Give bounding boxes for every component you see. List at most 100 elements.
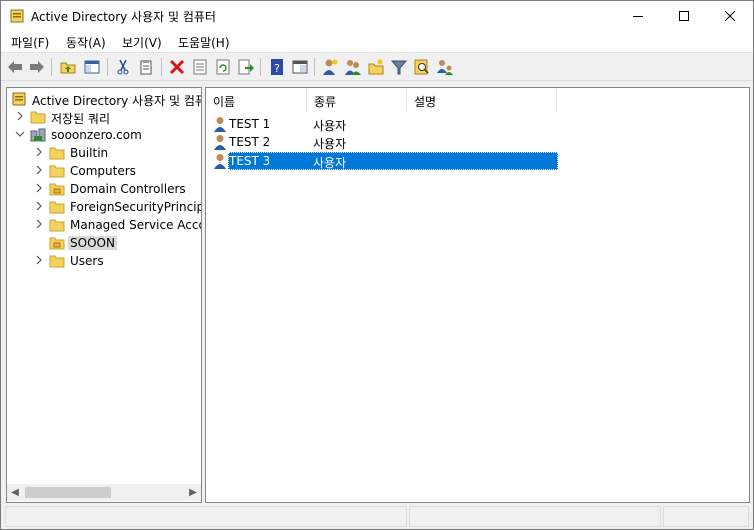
app-window: Active Directory 사용자 및 컴퓨터 파일(F) 동작(A) 보… xyxy=(0,0,754,530)
menu-view[interactable]: 보기(V) xyxy=(122,34,162,51)
tree-item-foreign-security-principals[interactable]: ForeignSecurityPrincipals xyxy=(7,198,201,216)
svg-text:?: ? xyxy=(274,62,280,75)
new-user-icon[interactable] xyxy=(321,58,339,76)
menu-file[interactable]: 파일(F) xyxy=(11,34,49,51)
ou-folder-icon xyxy=(49,237,65,250)
tree-item-label: Computers xyxy=(70,164,136,178)
up-folder-icon[interactable] xyxy=(59,58,77,76)
tree-item-users[interactable]: Users xyxy=(7,252,201,270)
tree-item-domain[interactable]: sooonzero.com xyxy=(7,126,201,144)
find-icon[interactable] xyxy=(413,58,431,76)
help-icon[interactable]: ? xyxy=(268,58,286,76)
scroll-right-icon[interactable]: ▶ xyxy=(188,487,198,498)
maximize-icon xyxy=(679,11,689,21)
status-bar xyxy=(1,504,753,529)
chevron-right-icon[interactable] xyxy=(34,201,44,211)
menu-help[interactable]: 도움말(H) xyxy=(178,34,230,51)
list-item-name: TEST 3 xyxy=(229,154,271,168)
chevron-right-icon[interactable] xyxy=(34,147,44,157)
minimize-button[interactable] xyxy=(615,1,661,31)
user-icon xyxy=(214,117,226,132)
tree-item-label: 저장된 쿼리 xyxy=(51,112,111,126)
list-item-name: TEST 2 xyxy=(229,135,271,149)
tree-item-sooon[interactable]: SOOON xyxy=(7,234,201,252)
status-segment xyxy=(5,506,407,527)
list-item-selected[interactable]: TEST 3 사용자 xyxy=(212,152,558,170)
folder-icon xyxy=(49,255,65,268)
tree-item-builtin[interactable]: Builtin xyxy=(7,144,201,162)
chevron-right-icon[interactable] xyxy=(34,165,44,175)
forward-icon[interactable] xyxy=(28,58,46,76)
status-segment xyxy=(409,506,661,527)
tree-item-managed-service-accounts[interactable]: Managed Service Accounts xyxy=(7,216,201,234)
show-hide-tree-icon[interactable] xyxy=(83,58,101,76)
scrollbar-thumb[interactable] xyxy=(25,487,111,498)
tree-pane[interactable]: Active Directory 사용자 및 컴퓨터 저장된 쿼리 sooonz… xyxy=(6,87,202,503)
toolbar-separator xyxy=(107,58,108,76)
chevron-right-icon[interactable] xyxy=(34,219,44,229)
menu-action[interactable]: 동작(A) xyxy=(66,34,106,51)
selection-highlight xyxy=(228,152,558,170)
status-segment xyxy=(663,506,749,527)
minimize-icon xyxy=(633,16,643,17)
tree-item-label: Builtin xyxy=(70,146,109,160)
tree-item-label: ForeignSecurityPrincipals xyxy=(70,200,201,214)
console-icon[interactable] xyxy=(291,58,309,76)
toolbar-separator xyxy=(161,58,162,76)
list-item-type: 사용자 xyxy=(313,137,347,151)
tree-item-label: Managed Service Accounts xyxy=(70,218,201,232)
list-item[interactable]: TEST 2 사용자 xyxy=(212,133,557,151)
window-title: Active Directory 사용자 및 컴퓨터 xyxy=(31,10,216,24)
tree-item-label: SOOON xyxy=(68,236,117,250)
toolbar-separator xyxy=(314,58,315,76)
chevron-right-icon[interactable] xyxy=(34,183,44,193)
user-icon xyxy=(214,154,226,169)
title-bar[interactable]: Active Directory 사용자 및 컴퓨터 xyxy=(1,1,753,31)
menu-bar: 파일(F) 동작(A) 보기(V) 도움말(H) xyxy=(1,31,753,53)
column-header-name[interactable]: 이름 xyxy=(206,88,307,112)
user-icon xyxy=(214,135,226,150)
new-group-icon[interactable] xyxy=(344,58,362,76)
properties-icon[interactable] xyxy=(191,58,209,76)
list-item-type: 사용자 xyxy=(313,156,347,170)
column-header-description[interactable]: 설명 xyxy=(407,88,557,112)
tree-root[interactable]: Active Directory 사용자 및 컴퓨터 xyxy=(7,90,202,108)
folder-icon xyxy=(30,111,46,124)
scroll-left-icon[interactable]: ◀ xyxy=(10,487,20,498)
delete-icon[interactable] xyxy=(168,58,186,76)
delegate-icon[interactable] xyxy=(436,58,454,76)
export-icon[interactable] xyxy=(237,58,255,76)
folder-icon xyxy=(49,165,65,178)
folder-icon xyxy=(49,219,65,232)
tree-item-saved-queries[interactable]: 저장된 쿼리 xyxy=(7,108,201,126)
close-button[interactable] xyxy=(707,1,753,31)
column-header-type[interactable]: 종류 xyxy=(307,88,407,112)
list-pane[interactable]: 이름 종류 설명 TEST 1 사용자 TEST 2 사용자 TEST 3 사용… xyxy=(205,87,750,503)
chevron-down-icon[interactable] xyxy=(15,129,25,139)
list-item[interactable]: TEST 1 사용자 xyxy=(212,115,557,133)
tree-item-label: sooonzero.com xyxy=(51,128,142,142)
close-icon xyxy=(724,10,736,22)
filter-icon[interactable] xyxy=(390,58,408,76)
folder-icon xyxy=(49,201,65,214)
maximize-button[interactable] xyxy=(661,1,707,31)
tree-item-domain-controllers[interactable]: Domain Controllers xyxy=(7,180,201,198)
tree-item-computers[interactable]: Computers xyxy=(7,162,201,180)
chevron-right-icon[interactable] xyxy=(15,111,25,121)
tree-item-label: Domain Controllers xyxy=(70,182,186,196)
refresh-icon[interactable] xyxy=(214,58,232,76)
cut-icon[interactable] xyxy=(114,58,132,76)
back-icon[interactable] xyxy=(6,58,24,76)
toolbar: ? xyxy=(1,54,753,81)
new-ou-icon[interactable] xyxy=(367,58,385,76)
copy-icon[interactable] xyxy=(137,58,155,76)
toolbar-separator xyxy=(51,58,52,76)
tree-root-label: Active Directory 사용자 및 컴퓨터 xyxy=(32,94,202,108)
chevron-right-icon[interactable] xyxy=(34,255,44,265)
toolbar-separator xyxy=(260,58,261,76)
horizontal-scrollbar[interactable]: ◀ ▶ xyxy=(7,484,201,501)
domain-icon xyxy=(30,128,46,142)
folder-icon xyxy=(49,147,65,160)
ad-root-icon xyxy=(12,92,26,106)
ad-app-icon xyxy=(10,9,24,23)
